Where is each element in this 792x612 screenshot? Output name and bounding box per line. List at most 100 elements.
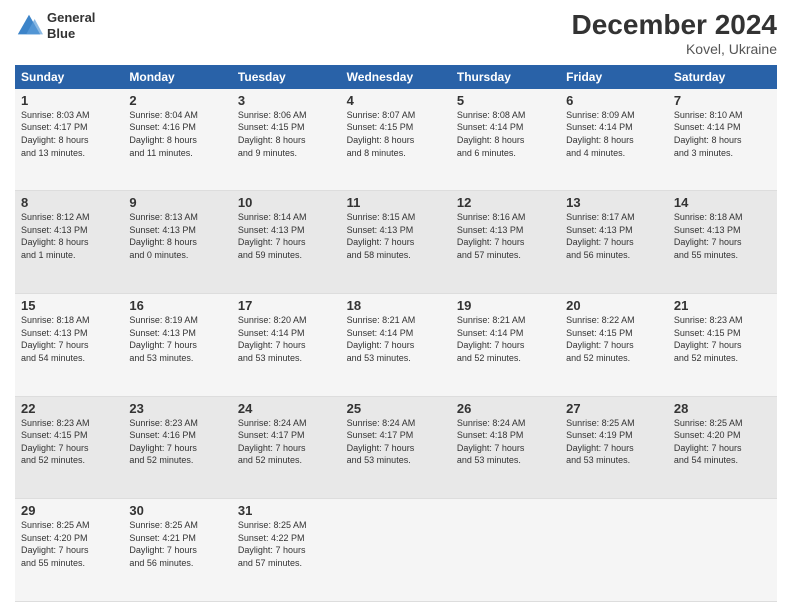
calendar-cell: 9Sunrise: 8:13 AM Sunset: 4:13 PM Daylig…	[123, 191, 232, 294]
calendar-cell	[341, 499, 451, 602]
day-number: 7	[674, 93, 771, 108]
day-info: Sunrise: 8:24 AM Sunset: 4:17 PM Dayligh…	[347, 417, 445, 467]
calendar-cell: 15Sunrise: 8:18 AM Sunset: 4:13 PM Dayli…	[15, 293, 123, 396]
day-number: 30	[129, 503, 226, 518]
day-number: 19	[457, 298, 554, 313]
calendar-cell: 12Sunrise: 8:16 AM Sunset: 4:13 PM Dayli…	[451, 191, 560, 294]
day-info: Sunrise: 8:24 AM Sunset: 4:17 PM Dayligh…	[238, 417, 335, 467]
day-info: Sunrise: 8:22 AM Sunset: 4:15 PM Dayligh…	[566, 314, 662, 364]
calendar-cell: 23Sunrise: 8:23 AM Sunset: 4:16 PM Dayli…	[123, 396, 232, 499]
day-info: Sunrise: 8:15 AM Sunset: 4:13 PM Dayligh…	[347, 211, 445, 261]
day-number: 3	[238, 93, 335, 108]
day-number: 11	[347, 195, 445, 210]
header: General Blue December 2024 Kovel, Ukrain…	[15, 10, 777, 57]
day-number: 27	[566, 401, 662, 416]
day-info: Sunrise: 8:25 AM Sunset: 4:21 PM Dayligh…	[129, 519, 226, 569]
calendar-cell: 17Sunrise: 8:20 AM Sunset: 4:14 PM Dayli…	[232, 293, 341, 396]
calendar-cell: 13Sunrise: 8:17 AM Sunset: 4:13 PM Dayli…	[560, 191, 668, 294]
week-row-1: 1Sunrise: 8:03 AM Sunset: 4:17 PM Daylig…	[15, 89, 777, 191]
col-sunday: Sunday	[15, 65, 123, 89]
calendar-cell: 3Sunrise: 8:06 AM Sunset: 4:15 PM Daylig…	[232, 89, 341, 191]
day-info: Sunrise: 8:23 AM Sunset: 4:15 PM Dayligh…	[674, 314, 771, 364]
day-info: Sunrise: 8:17 AM Sunset: 4:13 PM Dayligh…	[566, 211, 662, 261]
day-number: 31	[238, 503, 335, 518]
day-number: 17	[238, 298, 335, 313]
main-container: General Blue December 2024 Kovel, Ukrain…	[0, 0, 792, 612]
calendar-cell	[560, 499, 668, 602]
day-number: 22	[21, 401, 117, 416]
calendar-body: 1Sunrise: 8:03 AM Sunset: 4:17 PM Daylig…	[15, 89, 777, 602]
day-number: 14	[674, 195, 771, 210]
day-info: Sunrise: 8:25 AM Sunset: 4:20 PM Dayligh…	[21, 519, 117, 569]
calendar-cell: 16Sunrise: 8:19 AM Sunset: 4:13 PM Dayli…	[123, 293, 232, 396]
calendar-cell: 4Sunrise: 8:07 AM Sunset: 4:15 PM Daylig…	[341, 89, 451, 191]
week-row-5: 29Sunrise: 8:25 AM Sunset: 4:20 PM Dayli…	[15, 499, 777, 602]
col-friday: Friday	[560, 65, 668, 89]
day-info: Sunrise: 8:23 AM Sunset: 4:15 PM Dayligh…	[21, 417, 117, 467]
calendar-cell: 24Sunrise: 8:24 AM Sunset: 4:17 PM Dayli…	[232, 396, 341, 499]
week-row-4: 22Sunrise: 8:23 AM Sunset: 4:15 PM Dayli…	[15, 396, 777, 499]
day-number: 16	[129, 298, 226, 313]
page-subtitle: Kovel, Ukraine	[572, 41, 777, 57]
calendar-cell: 21Sunrise: 8:23 AM Sunset: 4:15 PM Dayli…	[668, 293, 777, 396]
calendar-cell: 30Sunrise: 8:25 AM Sunset: 4:21 PM Dayli…	[123, 499, 232, 602]
day-number: 26	[457, 401, 554, 416]
calendar-cell: 19Sunrise: 8:21 AM Sunset: 4:14 PM Dayli…	[451, 293, 560, 396]
calendar-cell	[668, 499, 777, 602]
day-info: Sunrise: 8:18 AM Sunset: 4:13 PM Dayligh…	[674, 211, 771, 261]
page-title: December 2024	[572, 10, 777, 41]
calendar-cell: 8Sunrise: 8:12 AM Sunset: 4:13 PM Daylig…	[15, 191, 123, 294]
day-number: 18	[347, 298, 445, 313]
day-info: Sunrise: 8:21 AM Sunset: 4:14 PM Dayligh…	[347, 314, 445, 364]
day-info: Sunrise: 8:08 AM Sunset: 4:14 PM Dayligh…	[457, 109, 554, 159]
day-number: 23	[129, 401, 226, 416]
col-saturday: Saturday	[668, 65, 777, 89]
day-number: 15	[21, 298, 117, 313]
day-number: 29	[21, 503, 117, 518]
day-info: Sunrise: 8:19 AM Sunset: 4:13 PM Dayligh…	[129, 314, 226, 364]
day-number: 1	[21, 93, 117, 108]
col-thursday: Thursday	[451, 65, 560, 89]
calendar-cell: 31Sunrise: 8:25 AM Sunset: 4:22 PM Dayli…	[232, 499, 341, 602]
logo-icon	[15, 12, 43, 40]
day-info: Sunrise: 8:25 AM Sunset: 4:22 PM Dayligh…	[238, 519, 335, 569]
calendar-cell: 22Sunrise: 8:23 AM Sunset: 4:15 PM Dayli…	[15, 396, 123, 499]
day-number: 8	[21, 195, 117, 210]
calendar-cell: 6Sunrise: 8:09 AM Sunset: 4:14 PM Daylig…	[560, 89, 668, 191]
day-number: 4	[347, 93, 445, 108]
day-info: Sunrise: 8:06 AM Sunset: 4:15 PM Dayligh…	[238, 109, 335, 159]
day-info: Sunrise: 8:04 AM Sunset: 4:16 PM Dayligh…	[129, 109, 226, 159]
day-info: Sunrise: 8:24 AM Sunset: 4:18 PM Dayligh…	[457, 417, 554, 467]
week-row-2: 8Sunrise: 8:12 AM Sunset: 4:13 PM Daylig…	[15, 191, 777, 294]
day-info: Sunrise: 8:12 AM Sunset: 4:13 PM Dayligh…	[21, 211, 117, 261]
title-block: December 2024 Kovel, Ukraine	[572, 10, 777, 57]
week-row-3: 15Sunrise: 8:18 AM Sunset: 4:13 PM Dayli…	[15, 293, 777, 396]
day-number: 28	[674, 401, 771, 416]
logo-text: General Blue	[47, 10, 95, 41]
day-info: Sunrise: 8:25 AM Sunset: 4:20 PM Dayligh…	[674, 417, 771, 467]
day-number: 20	[566, 298, 662, 313]
calendar-cell: 2Sunrise: 8:04 AM Sunset: 4:16 PM Daylig…	[123, 89, 232, 191]
day-info: Sunrise: 8:09 AM Sunset: 4:14 PM Dayligh…	[566, 109, 662, 159]
day-info: Sunrise: 8:13 AM Sunset: 4:13 PM Dayligh…	[129, 211, 226, 261]
calendar-cell: 26Sunrise: 8:24 AM Sunset: 4:18 PM Dayli…	[451, 396, 560, 499]
day-info: Sunrise: 8:20 AM Sunset: 4:14 PM Dayligh…	[238, 314, 335, 364]
col-monday: Monday	[123, 65, 232, 89]
calendar-cell: 18Sunrise: 8:21 AM Sunset: 4:14 PM Dayli…	[341, 293, 451, 396]
day-number: 6	[566, 93, 662, 108]
calendar-cell: 1Sunrise: 8:03 AM Sunset: 4:17 PM Daylig…	[15, 89, 123, 191]
calendar-cell: 29Sunrise: 8:25 AM Sunset: 4:20 PM Dayli…	[15, 499, 123, 602]
day-info: Sunrise: 8:16 AM Sunset: 4:13 PM Dayligh…	[457, 211, 554, 261]
calendar-cell: 14Sunrise: 8:18 AM Sunset: 4:13 PM Dayli…	[668, 191, 777, 294]
day-info: Sunrise: 8:07 AM Sunset: 4:15 PM Dayligh…	[347, 109, 445, 159]
calendar-cell	[451, 499, 560, 602]
day-info: Sunrise: 8:14 AM Sunset: 4:13 PM Dayligh…	[238, 211, 335, 261]
day-number: 25	[347, 401, 445, 416]
day-number: 12	[457, 195, 554, 210]
calendar-cell: 11Sunrise: 8:15 AM Sunset: 4:13 PM Dayli…	[341, 191, 451, 294]
calendar-table: Sunday Monday Tuesday Wednesday Thursday…	[15, 65, 777, 602]
calendar-cell: 10Sunrise: 8:14 AM Sunset: 4:13 PM Dayli…	[232, 191, 341, 294]
day-number: 21	[674, 298, 771, 313]
day-info: Sunrise: 8:23 AM Sunset: 4:16 PM Dayligh…	[129, 417, 226, 467]
day-number: 9	[129, 195, 226, 210]
